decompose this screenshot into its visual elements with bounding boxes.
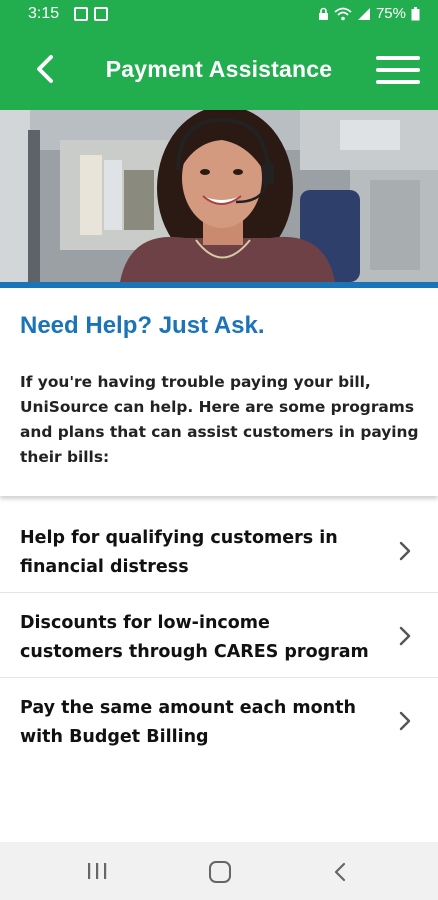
chevron-right-icon <box>399 541 411 561</box>
status-time: 3:15 <box>28 5 60 22</box>
list-item-label: Discounts for low-income customers throu… <box>20 613 369 662</box>
list-item-cares-program[interactable]: Discounts for low-income customers throu… <box>0 593 438 678</box>
status-indicators: 75% <box>318 5 420 22</box>
back-icon[interactable] <box>333 861 347 883</box>
system-nav-bar <box>0 842 438 900</box>
battery-percent: 75% <box>375 5 406 22</box>
app-icon <box>94 7 108 21</box>
wifi-icon <box>334 7 352 20</box>
chevron-right-icon <box>399 626 411 646</box>
notification-icons <box>74 7 108 21</box>
recents-icon[interactable] <box>86 862 108 880</box>
intro-card: Need Help? Just Ask. If you're having tr… <box>0 288 438 496</box>
hamburger-menu-icon[interactable] <box>376 54 420 86</box>
list-item-label: Pay the same amount each month with Budg… <box>20 698 356 747</box>
list-item-budget-billing[interactable]: Pay the same amount each month with Budg… <box>0 678 438 763</box>
page-title: Payment Assistance <box>105 56 333 82</box>
lock-icon <box>318 7 328 20</box>
battery-icon <box>411 6 420 20</box>
home-icon[interactable] <box>209 861 231 883</box>
image-icon <box>74 7 88 21</box>
assistance-program-list: Help for qualifying customers in financi… <box>0 508 438 763</box>
app-header: Payment Assistance <box>0 30 438 110</box>
hero-image <box>0 110 438 282</box>
list-item-financial-distress[interactable]: Help for qualifying customers in financi… <box>0 508 438 593</box>
signal-icon <box>357 7 370 20</box>
intro-text: If you're having trouble paying your bil… <box>20 373 419 466</box>
list-item-label: Help for qualifying customers in financi… <box>20 528 338 577</box>
section-title: Need Help? Just Ask. <box>20 312 265 339</box>
chevron-right-icon <box>399 711 411 731</box>
status-bar: 3:15 75% <box>0 0 438 30</box>
